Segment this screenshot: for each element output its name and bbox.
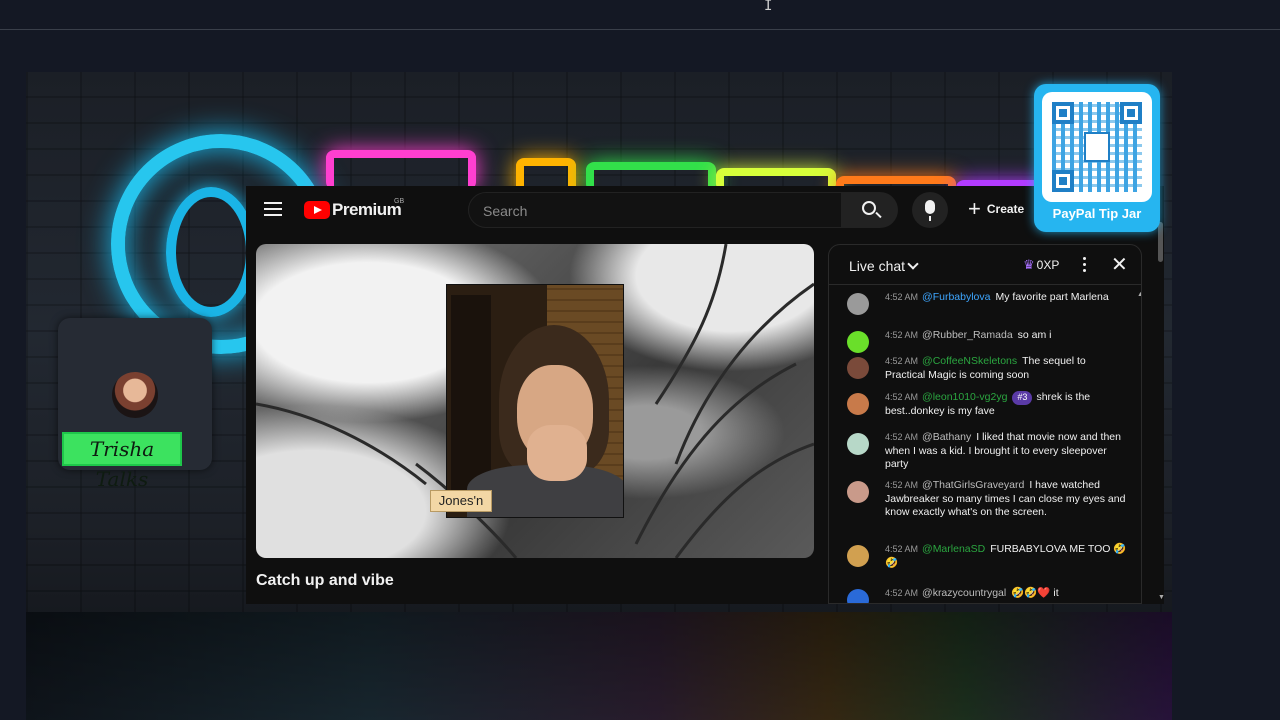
member-badge: #3: [1012, 391, 1033, 405]
tip-jar-label: PayPal Tip Jar: [1052, 206, 1142, 221]
message-username[interactable]: @leon1010-vg2yg: [922, 391, 1007, 403]
qr-finder-pattern: [1120, 102, 1142, 124]
neon-sign-pink: [326, 150, 476, 190]
qr-finder-pattern: [1052, 102, 1074, 124]
chat-avatar[interactable]: [847, 293, 869, 315]
youtube-window: Premium GB Search + Create Jones'n Catch…: [246, 186, 1165, 604]
microphone-icon: [925, 200, 935, 221]
menu-icon[interactable]: [264, 202, 282, 216]
youtube-header: Premium GB Search + Create: [246, 186, 1164, 234]
chat-title[interactable]: Live chat: [849, 258, 905, 274]
page-scrollbar[interactable]: [1158, 222, 1163, 262]
message-time: 4:52 AM: [885, 588, 919, 598]
message-time: 4:52 AM: [885, 432, 919, 442]
message-time: 4:52 AM: [885, 544, 919, 554]
chat-messages: 4:52 AM @Furbabylova My favorite part Marl…: [829, 285, 1141, 603]
message-text: My favorite part Marlena: [995, 291, 1109, 303]
qr-center-logo: [1084, 132, 1110, 162]
streamer-card: Trisha Talks: [58, 318, 212, 491]
create-label: Create: [986, 202, 1025, 216]
qr-code-frame: [1042, 92, 1152, 202]
xp-badge[interactable]: ♛ 0XP: [1023, 257, 1059, 273]
message-username[interactable]: @MarlenaSD: [922, 543, 985, 555]
chat-avatar[interactable]: [847, 589, 869, 603]
chat-avatar[interactable]: [847, 331, 869, 353]
person-hand: [527, 425, 587, 481]
chat-message: 4:52 AM @Bathany I liked that movie now an…: [847, 431, 1127, 472]
chat-message: 4:52 AM @ThatGirlsGraveyard I have watched…: [847, 479, 1127, 520]
chevron-down-icon[interactable]: [907, 258, 919, 270]
text-cursor-icon: I: [764, 0, 773, 14]
plus-icon: +: [968, 196, 981, 221]
crown-icon: ♛: [1023, 257, 1035, 272]
message-text: I liked that movie now and then when I w…: [885, 431, 1121, 470]
youtube-premium-logo[interactable]: Premium: [304, 200, 402, 220]
xp-value: 0XP: [1036, 258, 1060, 272]
scroll-down-icon[interactable]: ▼: [1158, 594, 1165, 601]
chat-message: 4:52 AM @MarlenaSD FURBABYLOVA ME TOO 🤣🤣: [847, 543, 1127, 570]
message-username[interactable]: @CoffeeNSkeletons: [922, 355, 1017, 367]
message-text: so am i: [1017, 329, 1052, 341]
chat-avatar[interactable]: [847, 357, 869, 379]
message-text: 🤣🤣❤️ it: [1011, 587, 1059, 599]
message-username[interactable]: @ThatGirlsGraveyard: [922, 479, 1024, 491]
search-icon: [862, 201, 876, 215]
facecam-overlay: [446, 284, 624, 518]
message-time: 4:52 AM: [885, 392, 919, 402]
streamer-avatar: [112, 372, 158, 418]
chat-message: 4:52 AM @leon1010-vg2yg #3 shrek is the bes…: [847, 391, 1127, 418]
doorway: [451, 295, 491, 495]
neon-ring-inner-decoration: [166, 187, 256, 317]
message-time: 4:52 AM: [885, 356, 919, 366]
chat-message: 4:52 AM @Rubber_Ramada so am i: [847, 329, 1127, 353]
chat-header: Live chat ♛ 0XP ✕: [829, 245, 1141, 285]
more-options-icon[interactable]: [1083, 257, 1087, 273]
search-input[interactable]: Search: [468, 192, 842, 228]
video-title: Catch up and vibe: [256, 572, 394, 589]
message-username[interactable]: @krazycountrygal: [922, 587, 1006, 599]
message-time: 4:52 AM: [885, 330, 919, 340]
chat-message: 4:52 AM @CoffeeNSkeletons The sequel to Pr…: [847, 355, 1127, 382]
search-button[interactable]: [842, 192, 898, 228]
chat-avatar[interactable]: [847, 545, 869, 567]
qr-finder-pattern: [1052, 170, 1074, 192]
video-player[interactable]: Jones'n: [256, 244, 814, 558]
message-username[interactable]: @Rubber_Ramada: [922, 329, 1013, 341]
streamer-name-tag: Trisha Talks: [62, 432, 182, 491]
message-username[interactable]: @Bathany: [922, 431, 971, 443]
chat-avatar[interactable]: [847, 481, 869, 503]
live-chat-panel: Live chat ♛ 0XP ✕ 4:52 AM @Furbabylova My …: [828, 244, 1142, 604]
premium-label: Premium: [332, 200, 402, 219]
close-icon[interactable]: ✕: [1111, 255, 1128, 275]
voice-search-button[interactable]: [912, 192, 948, 228]
chat-message: 4:52 AM @krazycountrygal 🤣🤣❤️ it: [847, 587, 1127, 603]
chat-scroll-up-icon[interactable]: ▲: [1137, 291, 1141, 298]
chat-avatar[interactable]: [847, 393, 869, 415]
message-username[interactable]: @Furbabylova: [922, 291, 990, 303]
facecam-name-tag: Jones'n: [430, 490, 492, 512]
create-button[interactable]: + Create: [968, 196, 1025, 221]
rainbow-floor-reflection: [26, 612, 1172, 720]
chat-message: 4:52 AM @Furbabylova My favorite part Marl…: [847, 291, 1127, 315]
message-time: 4:52 AM: [885, 292, 919, 302]
youtube-play-icon: [304, 201, 330, 219]
message-time: 4:52 AM: [885, 480, 919, 490]
search-placeholder: Search: [483, 203, 528, 219]
chat-avatar[interactable]: [847, 433, 869, 455]
top-bar: I: [0, 0, 1280, 30]
paypal-tip-jar-card: PayPal Tip Jar: [1034, 84, 1160, 232]
country-code: GB: [394, 198, 405, 205]
